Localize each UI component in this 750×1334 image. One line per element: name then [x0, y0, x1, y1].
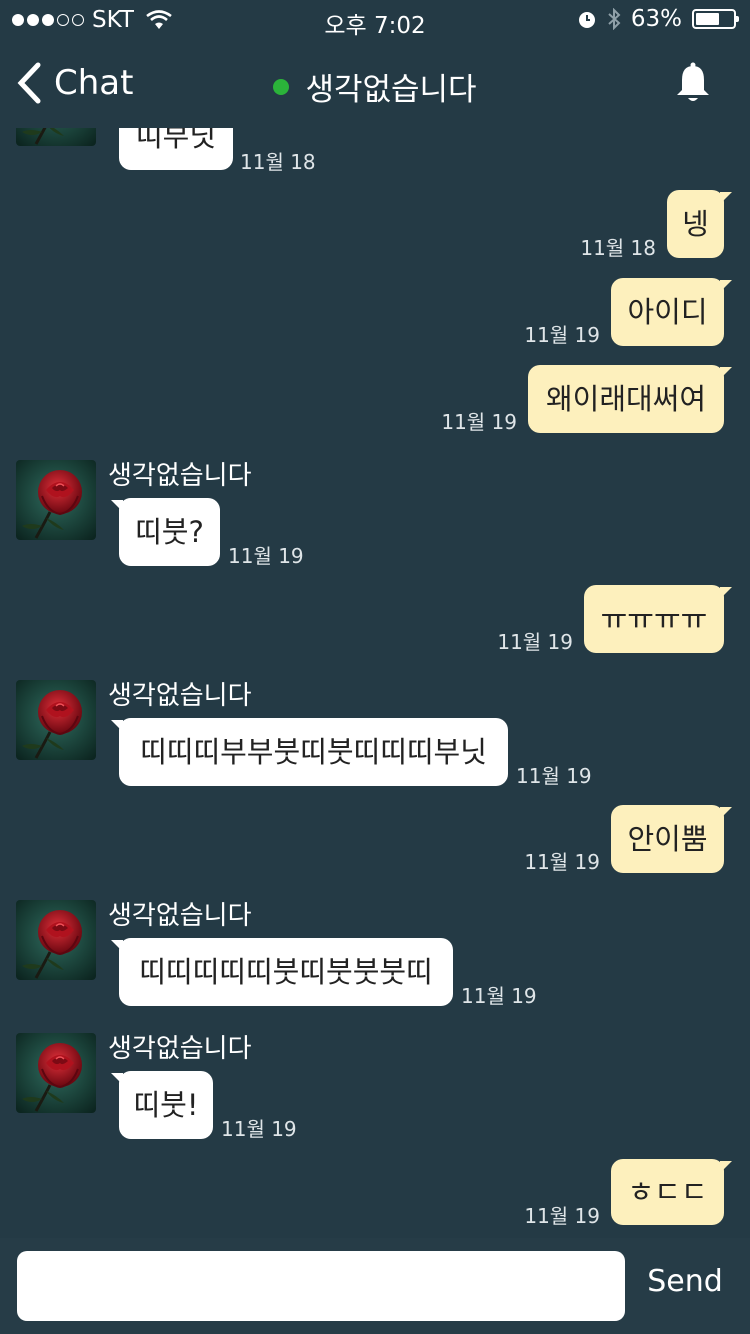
sender-name: 생각없습니다 [108, 1034, 252, 1064]
message-time: 11월 18 [240, 150, 316, 174]
chat-title-text: 생각없습니다 [305, 72, 477, 108]
message-text: 아이디 [627, 294, 708, 329]
message-time: 11월 19 [524, 850, 600, 874]
message-bubble[interactable]: 띠붓? [111, 498, 220, 566]
message-time: 11월 19 [497, 630, 573, 654]
message-text: 넹 [682, 206, 709, 241]
message-text: 띠띠띠띠띠붓띠붓붓붓띠 [139, 954, 433, 989]
sender-name: 생각없습니다 [108, 901, 252, 931]
bell-icon[interactable] [674, 62, 712, 104]
status-bar: SKT 오후 7:02 63% [0, 0, 750, 40]
message-text: 띠붓! [133, 1087, 199, 1122]
message-bubble[interactable]: ㅠㅠㅠㅠ [584, 585, 732, 653]
message-text: 띠띠띠부부붓띠붓띠띠띠부닛 [140, 734, 487, 769]
avatar[interactable] [16, 680, 96, 760]
message-bubble[interactable]: 넹 [667, 190, 732, 258]
avatar[interactable] [16, 460, 96, 540]
message-time: 11월 19 [516, 764, 592, 788]
message-time: 11월 18 [580, 236, 656, 260]
message-text: ㅎㄷㄷ [627, 1174, 708, 1209]
send-button[interactable]: Send [640, 1264, 730, 1299]
message-bubble[interactable]: 띠띠띠띠띠붓띠붓붓붓띠 [111, 938, 453, 1006]
chat-title: 생각없습니다 [0, 64, 750, 109]
message-bubble[interactable]: 띠띠띠부부붓띠붓띠띠띠부닛 [111, 718, 508, 786]
bluetooth-icon [608, 8, 621, 30]
status-time: 오후 7:02 [324, 13, 426, 39]
message-bubble[interactable]: 안이뿜 [611, 805, 732, 873]
message-text: 안이뿜 [627, 821, 708, 856]
message-bubble[interactable]: ㅎㄷㄷ [611, 1159, 732, 1225]
message-bubble[interactable]: 왜이래대써여 [528, 365, 732, 433]
sender-name: 생각없습니다 [108, 681, 252, 711]
message-input[interactable] [17, 1251, 625, 1321]
alarm-icon [578, 12, 595, 28]
message-time: 11월 19 [221, 1117, 297, 1141]
message-bubble[interactable]: 아이디 [611, 278, 732, 346]
avatar[interactable] [16, 1033, 96, 1113]
message-text: 띠붓? [135, 514, 204, 549]
message-list[interactable]: 띠부닛 11월 18 11월 18 넹 11월 19 아이디 11월 19 왜이… [0, 128, 750, 1238]
message-time: 11월 19 [524, 323, 600, 347]
message-time: 11월 19 [461, 984, 537, 1008]
avatar[interactable] [16, 128, 96, 146]
message-text: 왜이래대써여 [545, 381, 707, 416]
message-text: 띠부닛 [135, 128, 217, 153]
message-bubble[interactable]: 띠붓! [111, 1071, 213, 1139]
online-status-icon [273, 78, 290, 95]
nav-bar: Chat 생각없습니다 [0, 40, 750, 128]
message-time: 11월 19 [228, 544, 304, 568]
sender-name: 생각없습니다 [108, 461, 252, 491]
message-time: 11월 19 [524, 1204, 600, 1228]
message-bubble[interactable]: 띠부닛 [119, 128, 233, 170]
input-bar: Send [0, 1238, 750, 1334]
battery-icon [692, 9, 739, 29]
avatar[interactable] [16, 900, 96, 980]
message-time: 11월 19 [441, 410, 517, 434]
message-text: ㅠㅠㅠㅠ [600, 601, 708, 636]
battery-percent: 63% [630, 6, 682, 32]
